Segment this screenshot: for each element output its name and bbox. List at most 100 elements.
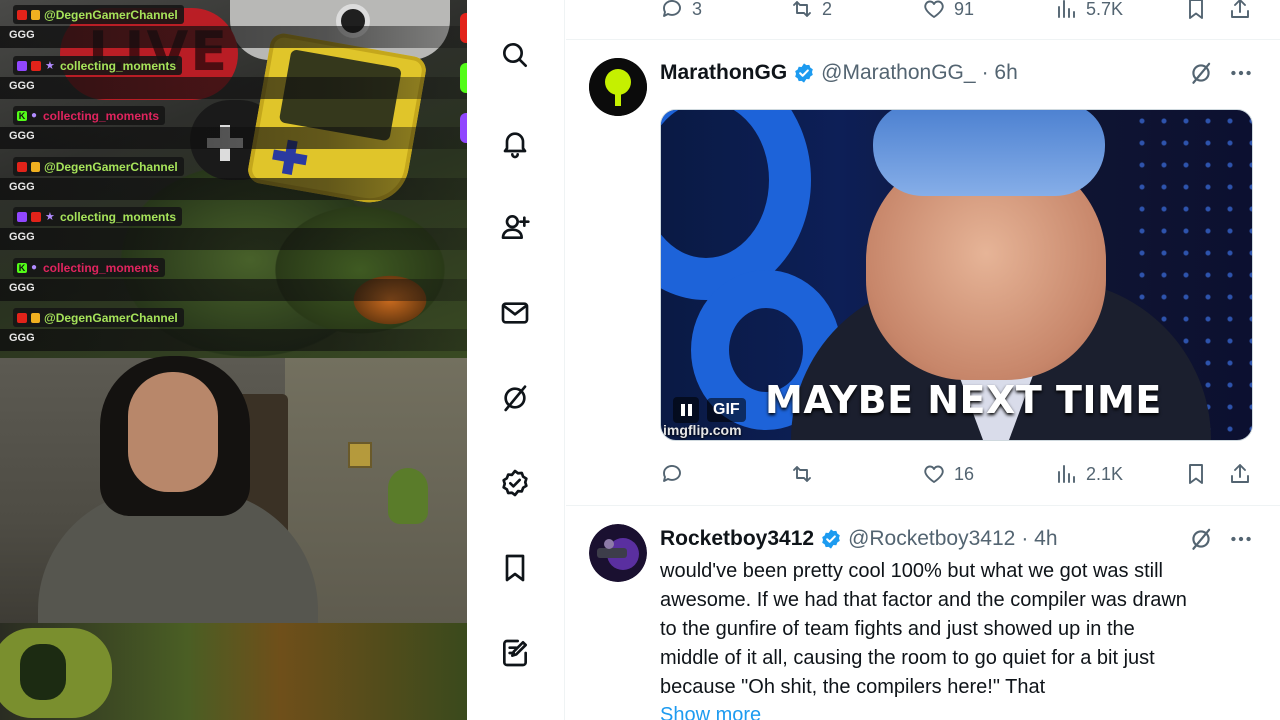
- chat-text: GGG: [9, 130, 35, 142]
- timeline-feed: 3 2 91 5.7K MarathonGG @MarathonGG_ · 6h…: [566, 0, 1280, 720]
- author-name[interactable]: Rocketboy3412: [660, 527, 814, 551]
- chat-message: @DegenGamerChannel GGG: [0, 0, 467, 50]
- crown-icon: [31, 312, 40, 323]
- chat-message-background: [0, 26, 467, 48]
- grok-icon: [504, 385, 527, 412]
- chat-username: collecting_moments: [43, 260, 160, 275]
- youtube-icon: [17, 161, 27, 172]
- views-button[interactable]: 5.7K: [1054, 0, 1123, 23]
- reply-button[interactable]: 3: [660, 0, 702, 23]
- like-count: 16: [954, 463, 975, 484]
- bookmark-icon: [1189, 464, 1203, 484]
- nav-verified-orgs[interactable]: [496, 464, 534, 502]
- chat-username: collecting_moments: [43, 108, 160, 123]
- chat-message-background: [0, 279, 467, 301]
- reply-button[interactable]: [660, 460, 692, 488]
- author-handle[interactable]: @MarathonGG_: [821, 61, 975, 85]
- nav-search[interactable]: [496, 36, 534, 74]
- share-button[interactable]: [1228, 460, 1252, 488]
- youtube-icon: [31, 60, 41, 71]
- chat-message: @DegenGamerChannel GGG: [0, 152, 467, 202]
- repost-icon: [793, 1, 811, 17]
- search-icon: [503, 43, 527, 67]
- views-count: 2.1K: [1086, 463, 1124, 484]
- repost-button[interactable]: 2: [790, 0, 832, 23]
- author-name[interactable]: MarathonGG: [660, 61, 787, 85]
- nav-bookmarks[interactable]: [496, 549, 534, 587]
- tweet-time[interactable]: · 6h: [982, 61, 1018, 85]
- reply-icon: [663, 0, 681, 17]
- like-count: 91: [954, 0, 975, 19]
- twitch-icon: [17, 60, 27, 71]
- tweet-actions: 16 2.1K: [660, 460, 1260, 488]
- share-icon: [1231, 464, 1249, 483]
- repost-button[interactable]: [790, 460, 822, 488]
- crown-icon: [31, 161, 40, 172]
- gif-background-logo: [661, 110, 811, 300]
- more-icon: [1231, 536, 1251, 542]
- tweet-text-line: to the gunfire of team fights and just s…: [660, 618, 1135, 640]
- grok-explain-button[interactable]: [1188, 526, 1214, 552]
- tweet-text-line: would've been pretty cool 100% but what …: [660, 560, 1163, 582]
- marathon-logo-icon: [589, 58, 647, 116]
- chat-text: GGG: [9, 231, 35, 243]
- chat-message: K ● collecting_moments GGG: [0, 253, 467, 303]
- chat-username-tag: ★ collecting_moments: [13, 56, 183, 75]
- bookmark-button[interactable]: [1184, 0, 1208, 23]
- avatar[interactable]: [589, 58, 647, 116]
- youtube-icon: [17, 312, 27, 323]
- chat-message-background: [0, 329, 467, 351]
- more-options-button[interactable]: [1228, 60, 1254, 86]
- like-button[interactable]: 16: [922, 460, 974, 488]
- show-more-link[interactable]: Show more: [660, 704, 761, 720]
- mic-icon: ●: [31, 109, 38, 121]
- views-icon: [1058, 465, 1075, 483]
- notifications-icon: [503, 132, 527, 159]
- tweet-marathongg[interactable]: MarathonGG @MarathonGG_ · 6h MAYBE NEXT …: [566, 39, 1280, 505]
- verified-orgs-icon: [502, 469, 528, 497]
- more-options-button[interactable]: [1228, 526, 1254, 552]
- chat-username-tag: ★ collecting_moments: [13, 207, 183, 226]
- reply-icon: [663, 465, 681, 482]
- views-icon: [1058, 0, 1075, 18]
- gif-person-cap: [873, 110, 1105, 196]
- chat-message-background: [0, 178, 467, 200]
- rocketboy-avatar-icon: [589, 524, 647, 582]
- views-button[interactable]: 2.1K: [1054, 460, 1123, 488]
- gif-controls: GIF: [673, 396, 746, 424]
- nav-compose[interactable]: [496, 634, 534, 672]
- tweet-text-line: middle of it all, causing the room to go…: [660, 647, 1155, 669]
- twitch-icon: [17, 211, 27, 222]
- chat-message: K ● collecting_moments GGG: [0, 101, 467, 151]
- nav-grok[interactable]: [496, 379, 534, 417]
- grok-explain-button[interactable]: [1188, 60, 1214, 86]
- chat-message: ★ collecting_moments GGG: [0, 202, 467, 252]
- nav-messages[interactable]: [496, 294, 534, 332]
- tweet-rocketboy3412[interactable]: Rocketboy3412 @Rocketboy3412 · 4h would'…: [566, 505, 1280, 720]
- sidebar-nav: [467, 0, 565, 720]
- author-handle[interactable]: @Rocketboy3412: [848, 527, 1015, 551]
- youtube-icon: [17, 9, 27, 20]
- tweet-gif[interactable]: MAYBE NEXT TIME GIF imgflip.com: [660, 109, 1253, 441]
- pause-icon: [687, 404, 692, 416]
- tweet-time[interactable]: · 4h: [1021, 527, 1057, 551]
- streamer-face: [128, 372, 218, 492]
- share-button[interactable]: [1228, 0, 1252, 23]
- follow-icon: [501, 215, 530, 239]
- compose-icon: [503, 639, 527, 667]
- nav-notifications[interactable]: [496, 124, 534, 162]
- chat-text: GGG: [9, 29, 35, 41]
- nav-follow[interactable]: [496, 208, 534, 246]
- chat-username: collecting_moments: [60, 58, 177, 73]
- messages-icon: [501, 302, 529, 324]
- previous-tweet-actions: 3 2 91 5.7K: [660, 0, 1260, 23]
- webcam-feed: [0, 356, 467, 720]
- kick-icon: K: [17, 262, 27, 273]
- avatar[interactable]: [589, 524, 647, 582]
- chat-text: GGG: [9, 181, 35, 193]
- reply-count: 3: [692, 0, 703, 19]
- pause-button[interactable]: [673, 397, 699, 423]
- like-button[interactable]: 91: [922, 0, 974, 23]
- heart-icon: [924, 465, 944, 483]
- bookmark-button[interactable]: [1184, 460, 1208, 488]
